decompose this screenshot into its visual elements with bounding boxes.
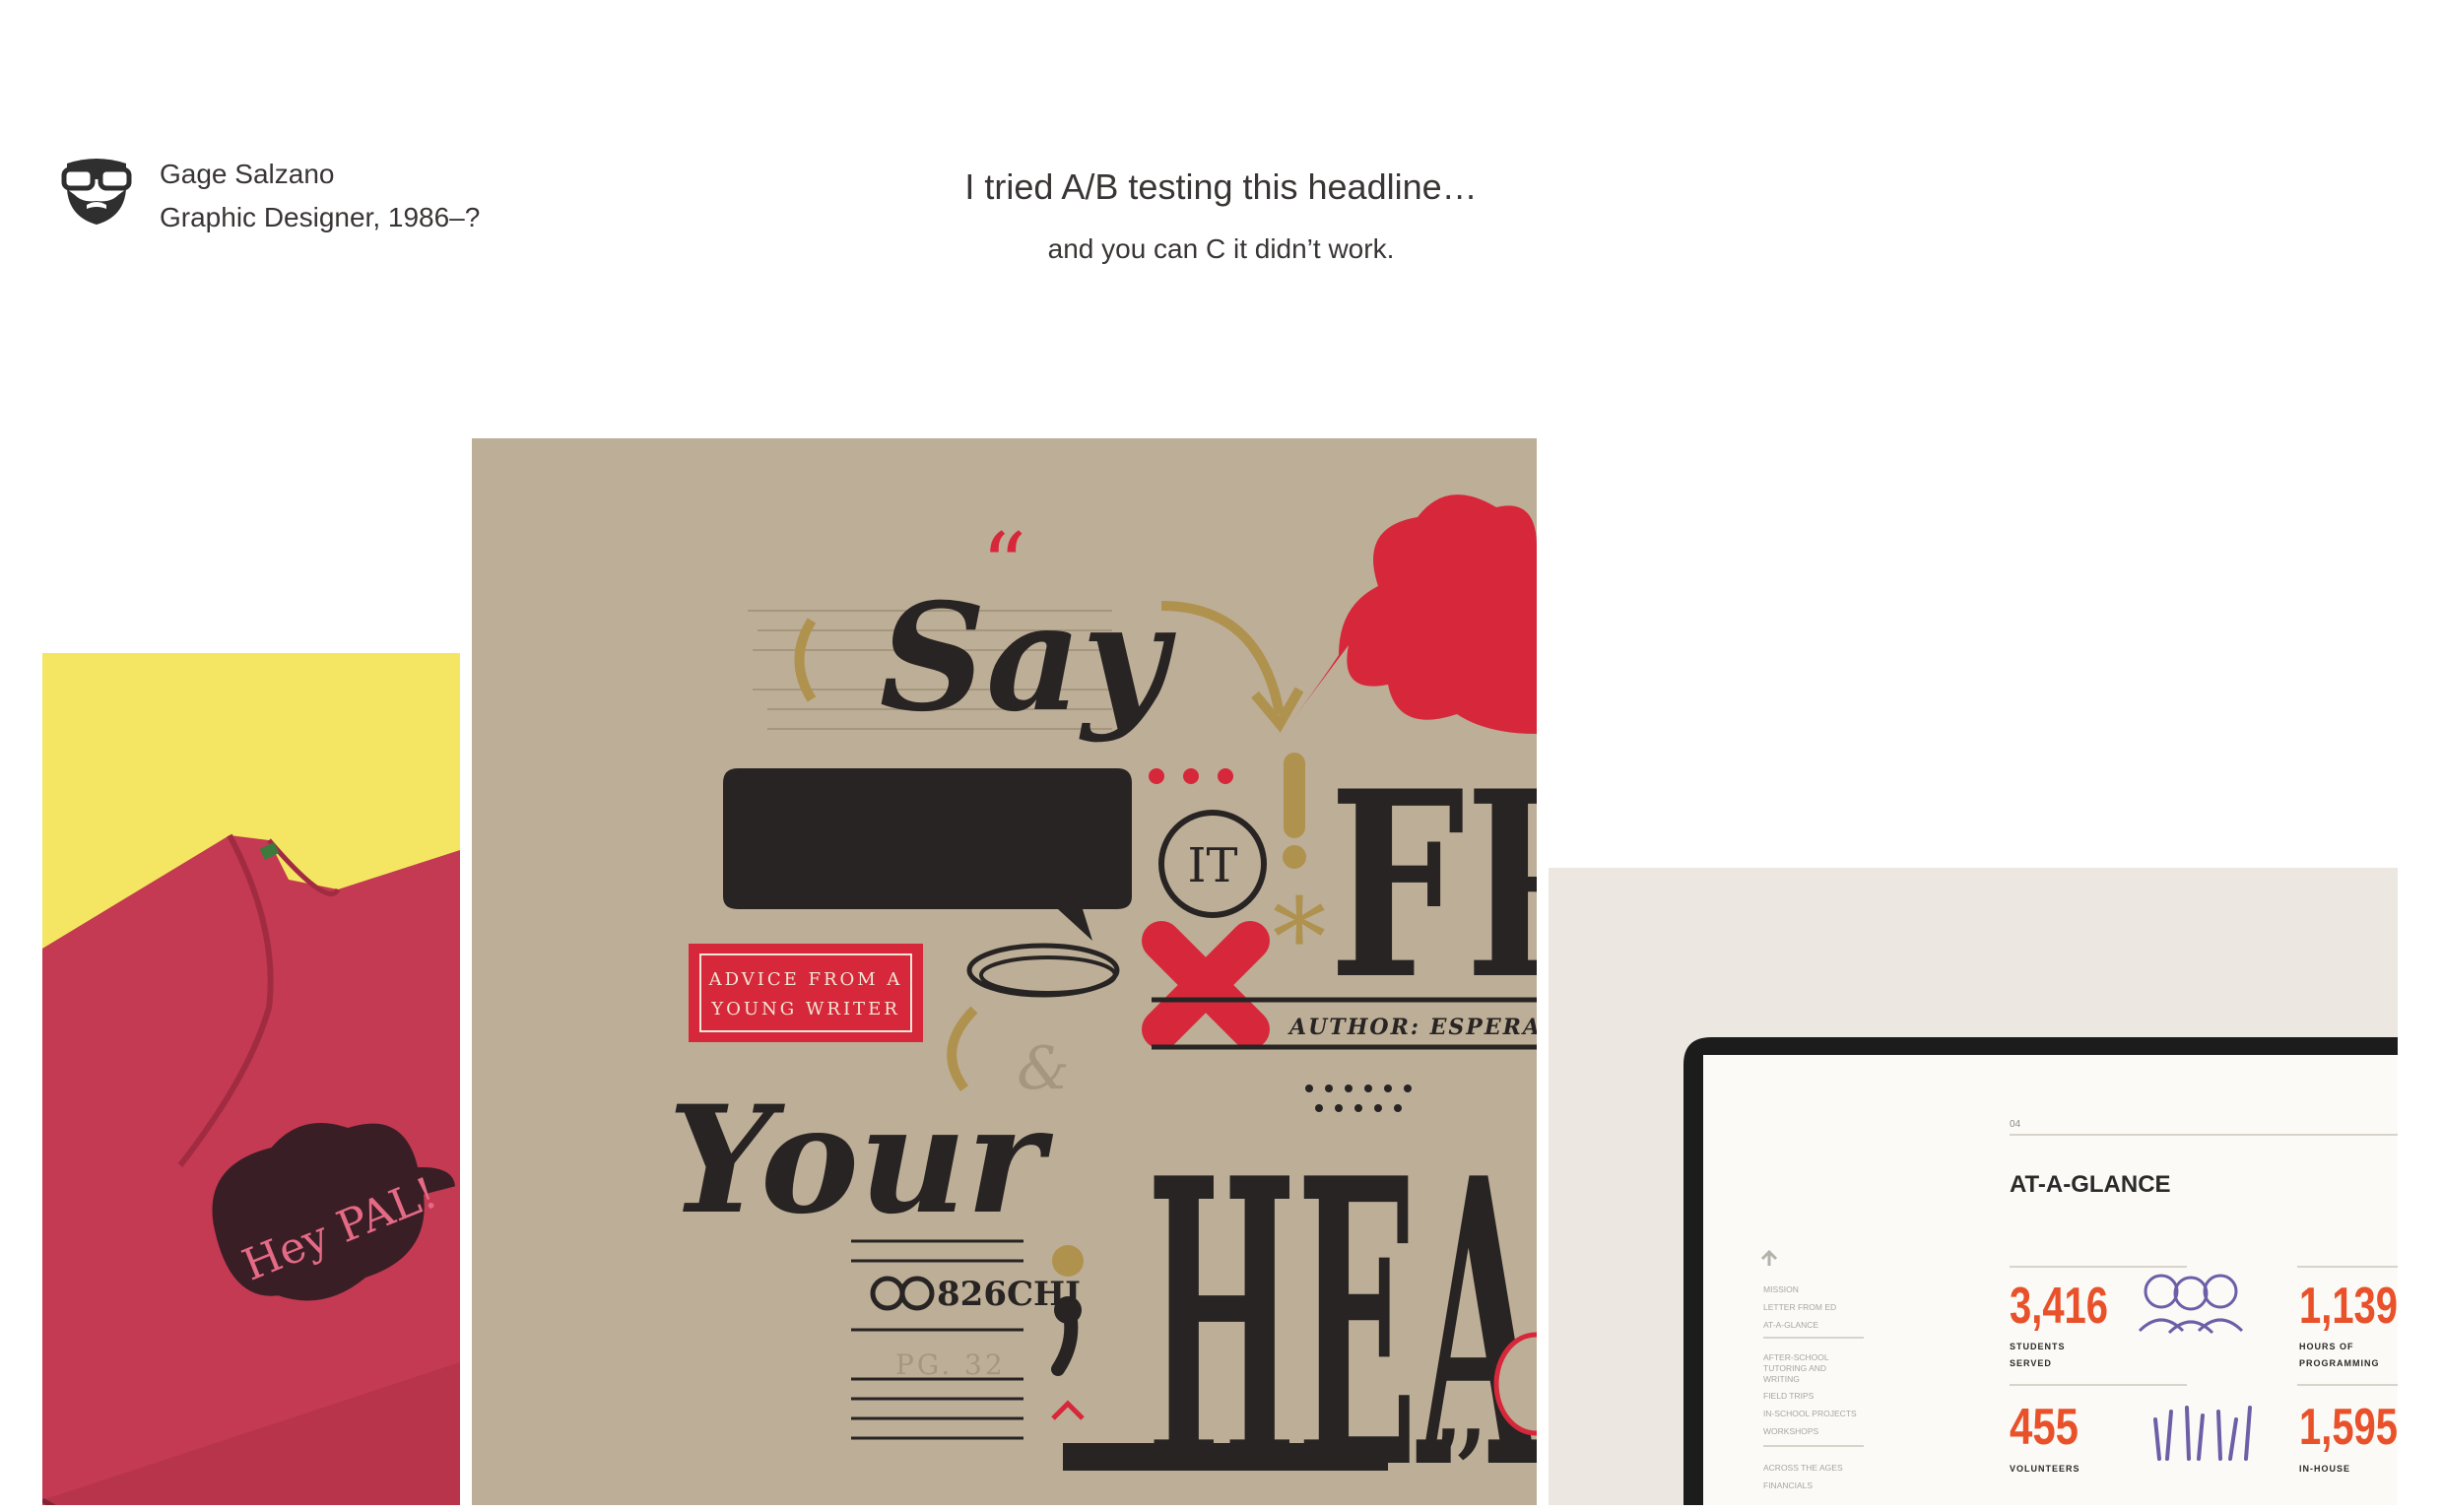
report-stat-label: IN-HOUSE [2299, 1464, 2350, 1474]
report-stat-label: PROGRAMMING [2299, 1358, 2380, 1368]
poster-word-your: Your [668, 1074, 1054, 1247]
shirt-image: Hey PAL! [42, 653, 460, 1505]
report-stat-value: 1,139 [2299, 1278, 2398, 1335]
poster-page: PG. 32 [895, 1348, 1006, 1381]
report-stat-label: SERVED [2010, 1358, 2052, 1368]
poster-author: AUTHOR: ESPERANZ [1287, 1015, 1537, 1040]
portfolio-tile-poster[interactable]: “ Say IT * FR ADVICE FROM A YOUNG WRITER [472, 438, 1537, 1505]
report-nav-item: ACROSS THE AGES [1763, 1463, 1843, 1473]
poster-word-say: Say [880, 571, 1177, 745]
report-title: AT-A-GLANCE [2010, 1171, 2171, 1198]
report-stat-label: VOLUNTEERS [2010, 1464, 2080, 1474]
hero-headline: I tried A/B testing this headline… [964, 166, 1478, 207]
report-nav-item: IN-SCHOOL PROJECTS [1763, 1409, 1857, 1418]
report-nav-item: AT-A-GLANCE [1763, 1320, 1818, 1330]
report-nav-item: MISSION [1763, 1284, 1799, 1294]
svg-text:*: * [1273, 875, 1327, 1001]
report-stat-label: HOURS OF [2299, 1342, 2354, 1351]
report-stat-value: 1,595 [2299, 1399, 2398, 1456]
report-stat-label: STUDENTS [2010, 1342, 2066, 1351]
portfolio-tile-report[interactable]: 04 AT-A-GLANCE MISSION LETTER FROM ED AT… [1549, 868, 2398, 1505]
svg-text:”: ” [1424, 1403, 1489, 1505]
report-nav-item: FINANCIALS [1763, 1480, 1813, 1490]
poster-badge-line1: ADVICE FROM A [708, 969, 903, 990]
report-stat-value: 3,416 [2010, 1278, 2108, 1335]
report-nav-item: FIELD TRIPS [1763, 1391, 1815, 1401]
report-nav-item: WORKSHOPS [1763, 1426, 1819, 1436]
report-nav-item: LETTER FROM ED [1763, 1302, 1836, 1312]
report-nav-item: TUTORING AND [1763, 1363, 1826, 1373]
report-nav-item: AFTER-SCHOOL [1763, 1352, 1829, 1362]
portfolio-tile-shirt[interactable]: Hey PAL! [42, 653, 460, 1505]
hero-subline: and you can C it didn’t work. [1047, 233, 1395, 264]
poster-letters-fr: FR [1329, 736, 1537, 1036]
hero: I tried A/B testing this headline… and y… [0, 163, 2442, 265]
poster-image: “ Say IT * FR ADVICE FROM A YOUNG WRITER [472, 438, 1537, 1505]
report-nav-item: WRITING [1763, 1374, 1800, 1384]
report-section-number: 04 [2010, 1119, 2021, 1130]
report-image: 04 AT-A-GLANCE MISSION LETTER FROM ED AT… [1549, 868, 2398, 1505]
poster-badge-line2: YOUNG WRITER [710, 999, 900, 1019]
report-stat-value: 455 [2010, 1399, 2079, 1456]
poster-word-it: IT [1188, 838, 1238, 893]
